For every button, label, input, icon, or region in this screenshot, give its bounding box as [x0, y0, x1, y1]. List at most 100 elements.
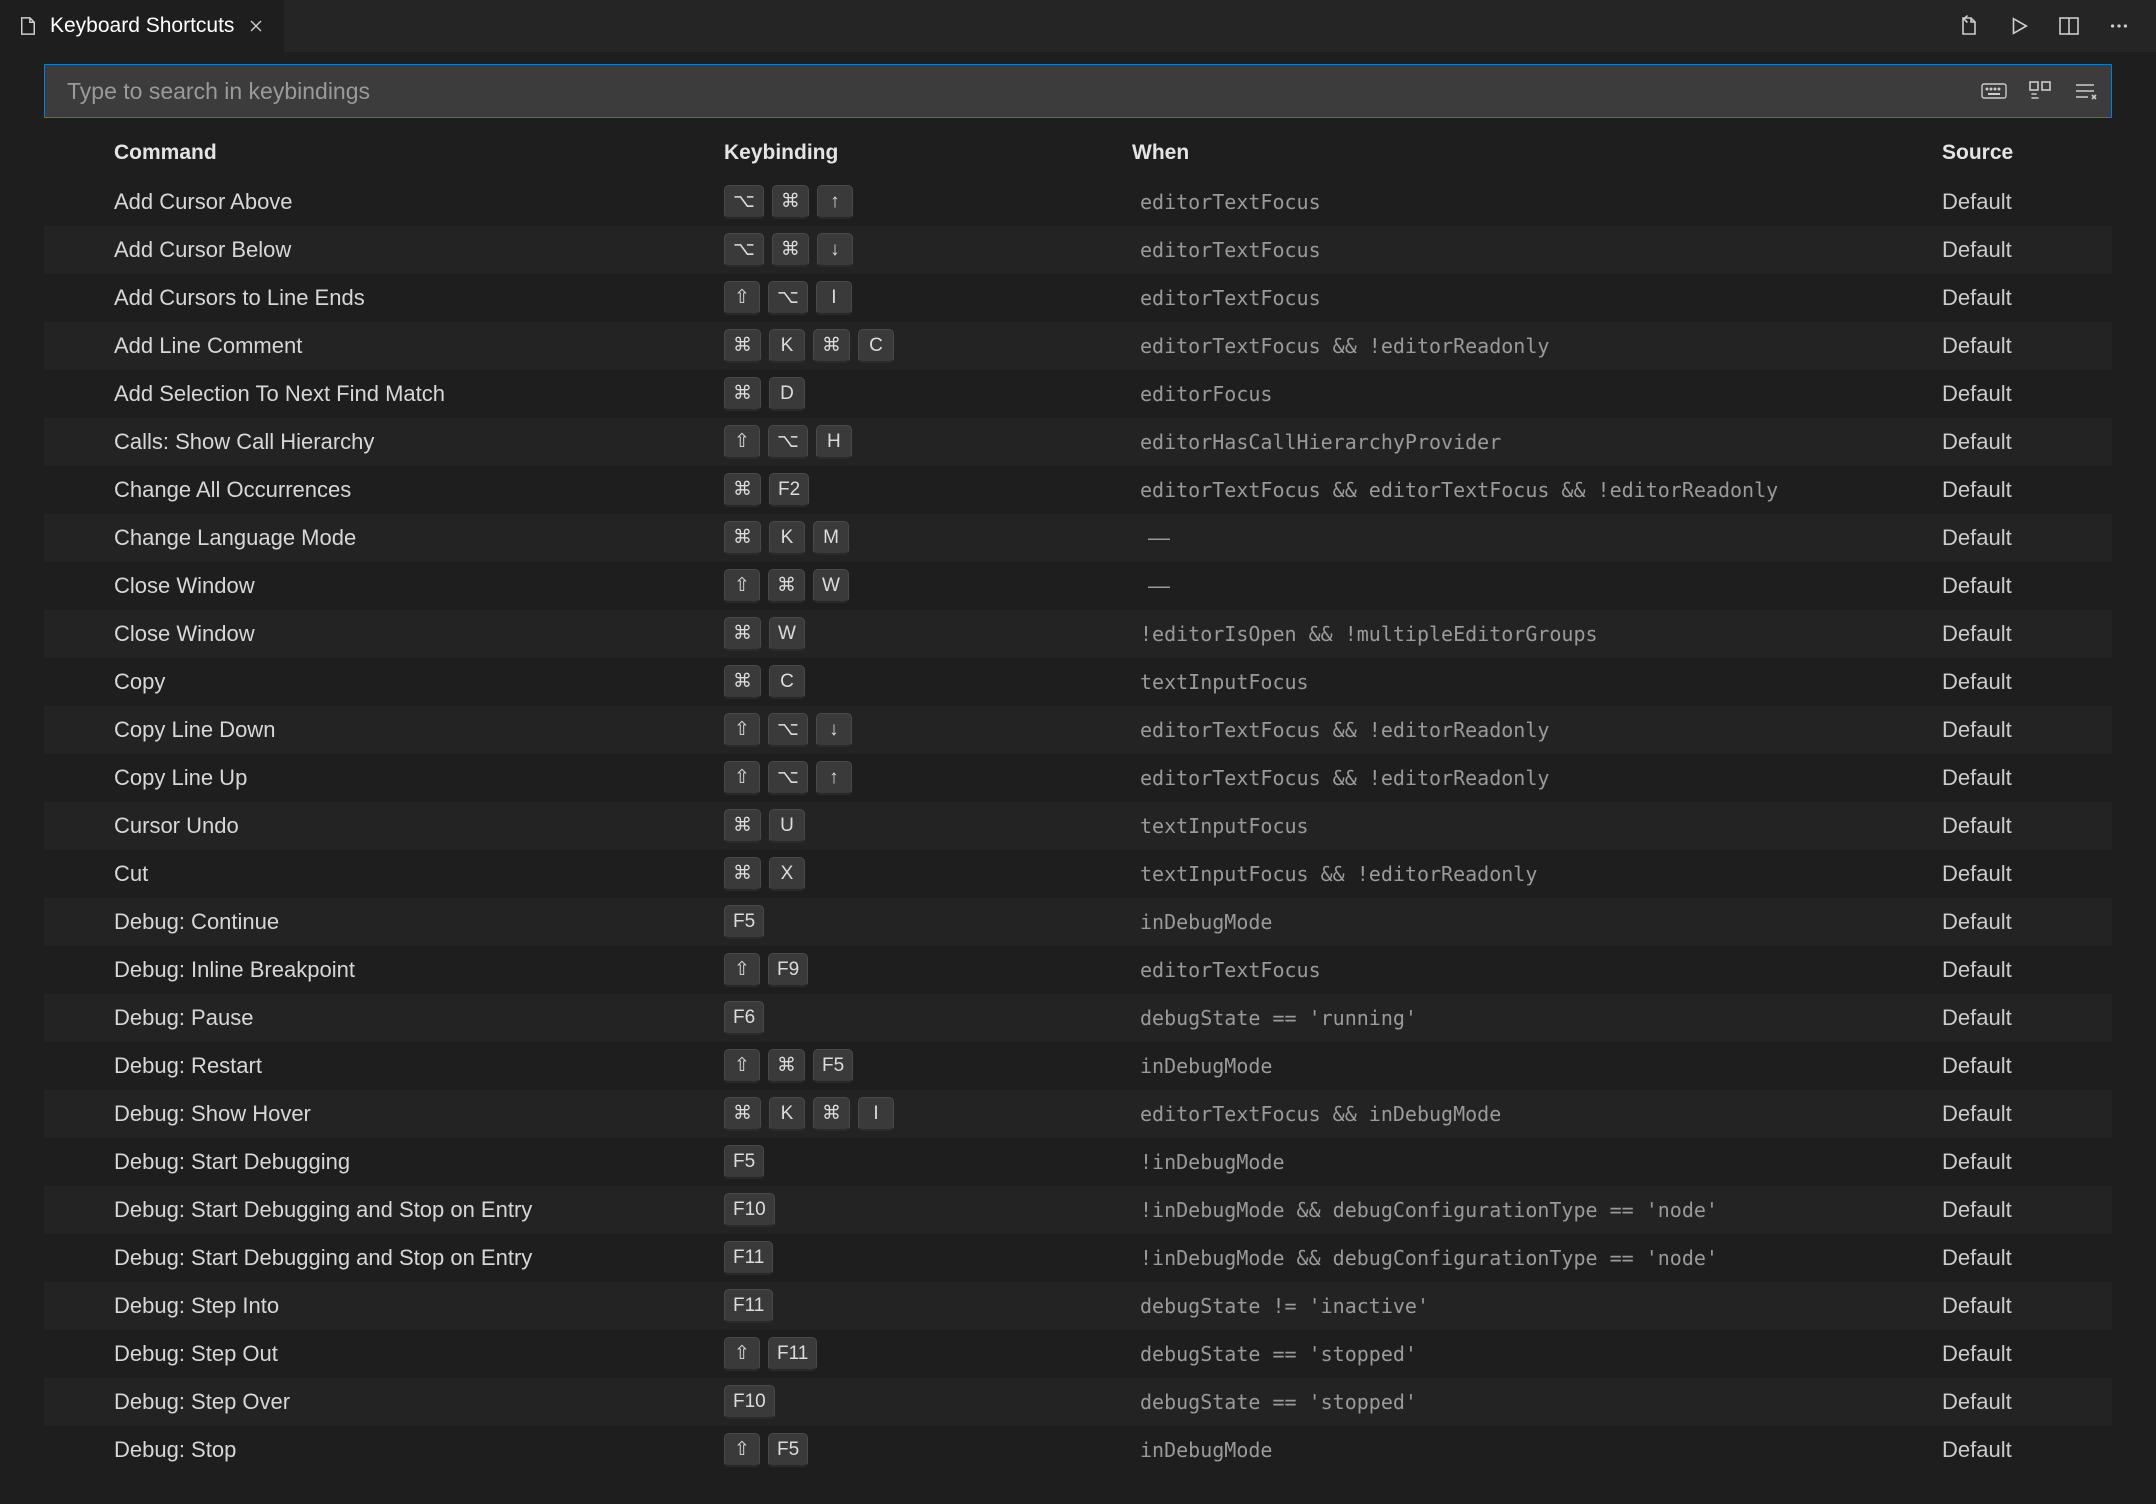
- table-row[interactable]: Add Cursor Above⌥⌘↑editorTextFocusDefaul…: [44, 178, 2112, 226]
- header-command[interactable]: Command: [114, 141, 724, 165]
- header-source[interactable]: Source: [1942, 141, 2112, 165]
- key: ↑: [816, 761, 852, 795]
- table-row[interactable]: Cut⌘XtextInputFocus && !editorReadonlyDe…: [44, 850, 2112, 898]
- split-editor-icon[interactable]: [2056, 13, 2082, 39]
- open-file-icon[interactable]: [1956, 13, 1982, 39]
- search-box: [44, 64, 2112, 118]
- source-label: Default: [1942, 333, 2012, 358]
- keybinding: ⌘C: [724, 665, 1132, 699]
- table-row[interactable]: Change All Occurrences⌘F2editorTextFocus…: [44, 466, 2112, 514]
- when-expression: editorTextFocus: [1132, 238, 1321, 262]
- key: ⇧: [724, 761, 760, 795]
- key: ⌘: [724, 809, 761, 843]
- search-input[interactable]: [57, 78, 1981, 105]
- table-row[interactable]: Debug: Restart⇧⌘F5inDebugModeDefault: [44, 1042, 2112, 1090]
- table-row[interactable]: Close Window⌘W!editorIsOpen && !multiple…: [44, 610, 2112, 658]
- key: W: [813, 569, 849, 603]
- when-expression: !inDebugMode: [1132, 1150, 1285, 1174]
- when-expression: textInputFocus && !editorReadonly: [1132, 862, 1537, 886]
- key: C: [858, 329, 894, 363]
- table-row[interactable]: Debug: Step OverF10debugState == 'stoppe…: [44, 1378, 2112, 1426]
- command-label: Copy Line Up: [114, 765, 247, 790]
- table-row[interactable]: Debug: Show Hover⌘K⌘IeditorTextFocus && …: [44, 1090, 2112, 1138]
- table-row[interactable]: Debug: Inline Breakpoint ⇧F9editorTextFoc…: [44, 946, 2112, 994]
- keybinding: ⌘W: [724, 617, 1132, 651]
- when-expression: inDebugMode: [1132, 1438, 1272, 1462]
- when-expression: editorTextFocus: [1132, 286, 1321, 310]
- more-icon[interactable]: [2106, 13, 2132, 39]
- when-expression: editorTextFocus: [1132, 958, 1321, 982]
- when-empty: —: [1132, 525, 1170, 550]
- key: U: [769, 809, 805, 843]
- table-row[interactable]: Debug: ContinueF5inDebugModeDefault: [44, 898, 2112, 946]
- record-keys-icon[interactable]: [1981, 78, 2007, 104]
- table-row[interactable]: Copy Line Up⇧⌥↑editorTextFocus && !edito…: [44, 754, 2112, 802]
- when-expression: editorTextFocus && inDebugMode: [1132, 1102, 1501, 1126]
- table-row[interactable]: Debug: Start DebuggingF5!inDebugModeDefa…: [44, 1138, 2112, 1186]
- key: I: [816, 281, 852, 315]
- command-label: Debug: Restart: [114, 1053, 262, 1078]
- command-label: Debug: Inline Breakpoint: [114, 957, 355, 982]
- key: ⌘: [724, 473, 761, 507]
- source-label: Default: [1942, 765, 2012, 790]
- close-icon[interactable]: [244, 14, 268, 38]
- key: H: [816, 425, 852, 459]
- source-label: Default: [1942, 1005, 2012, 1030]
- table-row[interactable]: Add Cursors to Line Ends⇧⌥IeditorTextFoc…: [44, 274, 2112, 322]
- command-label: Debug: Start Debugging: [114, 1149, 350, 1174]
- key: ⇧: [724, 569, 760, 603]
- table-row[interactable]: Debug: Step IntoF11debugState != 'inacti…: [44, 1282, 2112, 1330]
- key: ⌘: [724, 665, 761, 699]
- table-row[interactable]: Change Language Mode⌘KM—Default: [44, 514, 2112, 562]
- sort-icon[interactable]: [2027, 78, 2053, 104]
- when-expression: editorFocus: [1132, 382, 1272, 406]
- table-row[interactable]: Debug: Start Debugging and Stop on Entry…: [44, 1234, 2112, 1282]
- run-icon[interactable]: [2006, 13, 2032, 39]
- when-expression: !inDebugMode && debugConfigurationType =…: [1132, 1246, 1718, 1270]
- header-when[interactable]: When: [1132, 141, 1942, 165]
- when-expression: debugState == 'stopped': [1132, 1390, 1417, 1414]
- source-label: Default: [1942, 477, 2012, 502]
- keybinding: ⌘D: [724, 377, 1132, 411]
- key: ⌥: [768, 281, 808, 315]
- keybinding: ⇧⌥I: [724, 281, 1132, 315]
- when-expression: inDebugMode: [1132, 910, 1272, 934]
- table-row[interactable]: Debug: Start Debugging and Stop on Entry…: [44, 1186, 2112, 1234]
- header-keybinding[interactable]: Keybinding: [724, 141, 1132, 165]
- table-row[interactable]: Debug: PauseF6debugState == 'running'Def…: [44, 994, 2112, 1042]
- key: C: [769, 665, 805, 699]
- key: F6: [724, 1001, 764, 1035]
- keybinding: ⇧F9: [724, 953, 1132, 987]
- table-row[interactable]: Cursor Undo⌘UtextInputFocusDefault: [44, 802, 2112, 850]
- key: ⌘: [772, 233, 809, 267]
- when-expression: editorTextFocus && editorTextFocus && !e…: [1132, 478, 1778, 502]
- key: ⇧: [724, 1337, 760, 1371]
- table-row[interactable]: Add Line Comment⌘K⌘CeditorTextFocus && !…: [44, 322, 2112, 370]
- tab-keyboard-shortcuts[interactable]: Keyboard Shortcuts: [0, 0, 285, 52]
- command-label: Close Window: [114, 573, 255, 598]
- keybinding: ⌘U: [724, 809, 1132, 843]
- keybindings-table: Command Keybinding When Source Add Curso…: [0, 122, 2156, 1474]
- table-row[interactable]: Close Window⇧⌘W—Default: [44, 562, 2112, 610]
- table-row[interactable]: Copy⌘CtextInputFocusDefault: [44, 658, 2112, 706]
- table-row[interactable]: Calls: Show Call Hierarchy⇧⌥HeditorHasCa…: [44, 418, 2112, 466]
- key: F10: [724, 1193, 775, 1227]
- command-label: Debug: Start Debugging and Stop on Entry: [114, 1245, 532, 1270]
- table-row[interactable]: Debug: Stop⇧F5inDebugModeDefault: [44, 1426, 2112, 1474]
- key: F11: [724, 1241, 773, 1275]
- command-label: Calls: Show Call Hierarchy: [114, 429, 374, 454]
- table-row[interactable]: Add Selection To Next Find Match⌘Deditor…: [44, 370, 2112, 418]
- when-expression: debugState != 'inactive': [1132, 1294, 1429, 1318]
- keybinding: ⌘K⌘I: [724, 1097, 1132, 1131]
- table-row[interactable]: Debug: Step Out⇧F11debugState == 'stoppe…: [44, 1330, 2112, 1378]
- when-expression: inDebugMode: [1132, 1054, 1272, 1078]
- source-label: Default: [1942, 1437, 2012, 1462]
- clear-input-icon[interactable]: [2073, 78, 2099, 104]
- table-body: Add Cursor Above⌥⌘↑editorTextFocusDefaul…: [44, 178, 2112, 1474]
- keybinding: ⌥⌘↑: [724, 185, 1132, 219]
- table-row[interactable]: Add Cursor Below⌥⌘↓editorTextFocusDefaul…: [44, 226, 2112, 274]
- key: ↓: [817, 233, 853, 267]
- key: F5: [768, 1433, 808, 1467]
- command-label: Copy: [114, 669, 165, 694]
- table-row[interactable]: Copy Line Down⇧⌥↓editorTextFocus && !edi…: [44, 706, 2112, 754]
